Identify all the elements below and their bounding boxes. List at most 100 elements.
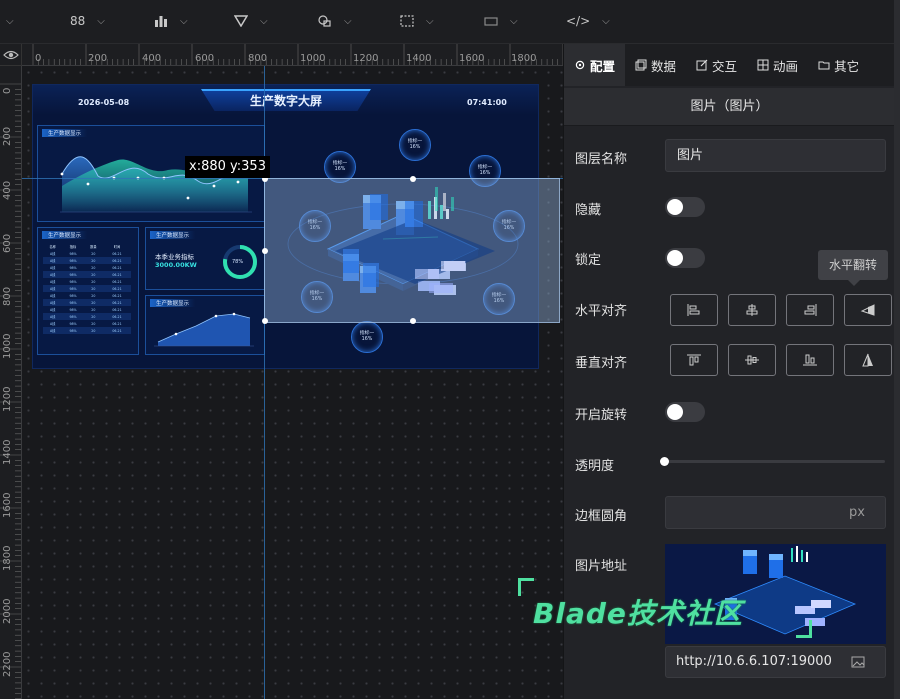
- flip-horizontal-icon: [860, 304, 875, 316]
- bubble-value: 16%: [361, 337, 373, 342]
- tab-label: 配置: [590, 58, 616, 74]
- table-cell: 06-21: [102, 327, 131, 334]
- ruler-tick-label: 1600: [459, 53, 485, 64]
- component-type-header: 图片（图片）: [564, 88, 895, 126]
- locked-toggle[interactable]: [665, 248, 705, 268]
- table-cell: A线: [43, 313, 63, 320]
- ruler-tick-label: 0: [35, 53, 42, 64]
- watermark-bracket-left: [518, 578, 534, 596]
- table-cell: 20: [91, 293, 96, 298]
- film-icon: [757, 59, 769, 71]
- shapes-icon: [318, 15, 331, 27]
- table-cell: 98%: [62, 327, 84, 334]
- chevron-down-icon: ⌵: [602, 15, 610, 27]
- tab-label: 动画: [773, 58, 799, 74]
- table-cell: 98%: [62, 285, 84, 292]
- hidden-toggle[interactable]: [665, 197, 705, 217]
- toolbar-item-code[interactable]: </> ⌵: [566, 11, 610, 31]
- table-cell: 20: [91, 321, 96, 326]
- area-chart-panel[interactable]: 生产数据显示: [145, 295, 265, 355]
- selected-image-component[interactable]: [262, 176, 560, 324]
- toolbar-item-first[interactable]: ⌵: [6, 11, 14, 31]
- v-align-label: 垂直对齐: [575, 356, 628, 371]
- toolbar-item-filter[interactable]: ⌵: [234, 11, 268, 31]
- toolbar-item-chart[interactable]: ⌵: [154, 11, 188, 31]
- chevron-down-icon: ⌵: [426, 15, 434, 27]
- table-cell: A线: [49, 308, 56, 312]
- ruler-tick-label: 600: [195, 53, 215, 64]
- flip-horizontal-button[interactable]: [844, 294, 892, 326]
- tab-config[interactable]: 配置: [564, 44, 626, 86]
- tab-data[interactable]: 数据: [625, 44, 686, 86]
- tab-other[interactable]: 其它: [808, 44, 869, 86]
- tab-interaction[interactable]: 交互: [686, 44, 747, 86]
- ruler-top[interactable]: 0 200 400 600 800 1000 1200 1400 1600 18…: [22, 44, 563, 66]
- table-row: A线 98% 20 06-21: [43, 327, 131, 334]
- table-cell: A线: [49, 294, 56, 298]
- resize-handle-bottom[interactable]: [410, 318, 416, 324]
- table-header: 指标: [69, 245, 77, 249]
- flip-vertical-button[interactable]: [844, 344, 892, 376]
- toolbar-item-media[interactable]: ⌵: [484, 11, 518, 31]
- table-cell: 98%: [69, 307, 77, 312]
- align-top-button[interactable]: [670, 344, 718, 376]
- radius-unit: px: [849, 505, 865, 520]
- table-cell: 20: [83, 327, 103, 334]
- eye-toggle-button[interactable]: [0, 44, 22, 66]
- table-row: A线 98% 20 06-21: [43, 299, 131, 306]
- ruler-left[interactable]: 0 200 400 600 800 1000 1200 1400 1600 18…: [0, 66, 22, 699]
- align-middle-button[interactable]: [728, 344, 776, 376]
- align-right-button[interactable]: [786, 294, 834, 326]
- ruler-tick-label: 1200: [353, 53, 379, 64]
- watermark-text: Blade技术社区: [533, 597, 743, 630]
- table-cell: A线: [49, 252, 56, 256]
- table-cell: 06-21: [102, 257, 131, 264]
- selected-image-content: [335, 187, 495, 293]
- toolbar-item-grid[interactable]: 88 ⌵: [70, 11, 105, 31]
- table-cell: 06-21: [112, 321, 122, 326]
- watermark-bracket-right: [796, 620, 812, 638]
- table-cell: 98%: [69, 251, 77, 256]
- bubble-value: 16%: [479, 171, 491, 176]
- opacity-slider-track[interactable]: [665, 460, 885, 463]
- ruler-tick-label: 1400: [406, 53, 432, 64]
- selection-icon: [400, 15, 414, 27]
- tab-label: 其它: [834, 58, 860, 74]
- panel-title: 生产数据显示: [42, 231, 88, 239]
- page-scrollbar[interactable]: [894, 0, 900, 699]
- resize-handle-bottom-left[interactable]: [262, 318, 268, 324]
- align-center-h-button[interactable]: [728, 294, 776, 326]
- ruler-tick-label: 1000: [2, 333, 13, 359]
- radius-input[interactable]: px: [665, 496, 886, 529]
- table-row: A线 98% 20 06-21: [43, 271, 131, 278]
- ruler-tick-label: 800: [2, 286, 13, 306]
- layer-name-input[interactable]: 图片: [665, 139, 886, 172]
- table-cell: A线: [49, 266, 56, 270]
- resize-handle-top[interactable]: [410, 176, 416, 182]
- toolbar-item-selection[interactable]: ⌵: [400, 11, 434, 31]
- design-canvas[interactable]: 生产数字大屏 2026-05-08 07:41:00 生产数据显示 生产数据显示…: [22, 66, 563, 699]
- table-panel[interactable]: 生产数据显示 名称 指标 数量 时间 A线 98% 20 06-21 A线 98% 20 06…: [37, 227, 139, 355]
- ruler-tick-label: 0: [2, 87, 13, 94]
- table-cell: 20: [83, 313, 103, 320]
- kpi-panel[interactable]: 生产数据显示 本季业务指标 3000.00KW 78%: [145, 227, 265, 290]
- toolbar-item-shapes[interactable]: ⌵: [318, 11, 352, 31]
- ruler-tick-label: 200: [2, 126, 13, 146]
- opacity-slider-thumb[interactable]: [660, 457, 669, 466]
- resize-handle-left[interactable]: [262, 248, 268, 254]
- filter-icon: [234, 15, 248, 27]
- rotate-toggle[interactable]: [665, 402, 705, 422]
- align-right-icon: [804, 304, 817, 316]
- chevron-down-icon: ⌵: [260, 15, 268, 27]
- code-icon: </>: [566, 14, 591, 28]
- panel-tabs: 配置 数据 交互 动画 其它: [564, 44, 895, 86]
- table-cell: 98%: [69, 279, 77, 284]
- tab-animation[interactable]: 动画: [747, 44, 808, 86]
- table-cell: 06-21: [112, 293, 122, 298]
- image-url-input[interactable]: http://10.6.6.107:19000: [665, 646, 886, 678]
- align-bottom-button[interactable]: [786, 344, 834, 376]
- image-icon[interactable]: [851, 656, 865, 668]
- table-cell: 20: [83, 271, 103, 278]
- align-left-button[interactable]: [670, 294, 718, 326]
- table-row: A线 98% 20 06-21: [43, 292, 131, 299]
